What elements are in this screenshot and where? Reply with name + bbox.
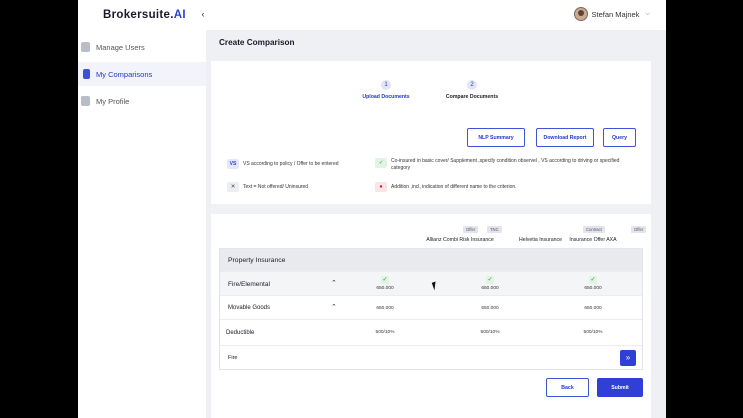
table-cell: 500/10% bbox=[375, 330, 395, 335]
row-label: Fire bbox=[228, 355, 238, 361]
chevron-up-icon[interactable]: ⌃ bbox=[331, 303, 337, 311]
legend-text: Co-insured in basic cover/ Supplement ,s… bbox=[391, 158, 620, 171]
download-report-button[interactable]: Download Report bbox=[536, 128, 594, 147]
sidebar-item-my-profile[interactable]: My Profile bbox=[78, 89, 206, 113]
row-label: Fire/Elemental bbox=[228, 281, 270, 288]
tnc-badge: TNC bbox=[487, 226, 502, 233]
brand-logo[interactable]: Brokersuite.AI bbox=[103, 9, 186, 21]
table-cell: 500/10% bbox=[480, 330, 500, 335]
contract-badge: Contract bbox=[583, 226, 605, 233]
document-icon bbox=[83, 69, 90, 79]
step-label: Upload Documents bbox=[362, 94, 410, 100]
table-cell: ✓ 650.000 bbox=[573, 276, 613, 291]
app-window: Brokersuite.AI Manage Users My Compariso… bbox=[78, 0, 666, 418]
cross-icon: ✕ bbox=[227, 182, 239, 192]
avatar bbox=[574, 7, 589, 21]
comparison-table: Property Insurance Fire/Elemental ⌃ ✓ 650… bbox=[219, 248, 643, 370]
double-chevron-right-icon[interactable]: » bbox=[620, 350, 636, 366]
step-number: 2 bbox=[467, 80, 477, 90]
user-name: Stefan Majnek bbox=[591, 9, 640, 19]
step-compare-documents[interactable]: 2 Compare Documents bbox=[444, 80, 500, 100]
chevron-down-icon: ⌵ bbox=[645, 10, 650, 17]
top-bar: Stefan Majnek ⌵ bbox=[206, 0, 666, 30]
row-label: Movable Goods bbox=[228, 305, 271, 311]
table-cell: ✓ 650.000 bbox=[470, 276, 510, 291]
check-icon: ✓ bbox=[589, 276, 597, 284]
legend-item: VS VS according to policy / Offer to be … bbox=[227, 159, 377, 169]
page-title: Create Comparison bbox=[219, 38, 295, 47]
nlp-summary-button[interactable]: NLP Summary bbox=[467, 128, 525, 147]
cell-value: 650.000 bbox=[584, 286, 602, 291]
table-row[interactable]: Movable Goods ⌃ 650.000 650.000 650.000 bbox=[220, 296, 642, 320]
legend-text: Text = Not offered/ Uninsured bbox=[243, 184, 309, 190]
sidebar: Brokersuite.AI Manage Users My Compariso… bbox=[78, 0, 206, 418]
table-cell: 650.000 bbox=[481, 306, 499, 311]
query-button[interactable]: Query bbox=[603, 128, 636, 147]
section-title: Property Insurance bbox=[228, 257, 286, 264]
legend-text: VS according to policy / Offer to be ent… bbox=[243, 161, 339, 167]
user-menu[interactable]: Stefan Majnek ⌵ bbox=[574, 7, 650, 21]
divider bbox=[211, 204, 651, 214]
sidebar-item-label: My Profile bbox=[96, 96, 130, 106]
legend-item: ✕ Text = Not offered/ Uninsured bbox=[227, 182, 377, 192]
brand-suffix: AI bbox=[173, 9, 186, 21]
dot-icon: ● bbox=[375, 182, 387, 192]
cell-value: 650.000 bbox=[376, 286, 394, 291]
offer-badge: Offer bbox=[463, 226, 479, 233]
vs-icon: VS bbox=[227, 159, 239, 169]
sidebar-item-my-comparisons[interactable]: My Comparisons bbox=[78, 62, 206, 86]
legend-item: ● Addition ,incl, indication of differen… bbox=[375, 182, 637, 192]
profile-icon bbox=[81, 96, 90, 106]
submit-button[interactable]: Submit bbox=[597, 378, 643, 397]
legend-text: Addition ,incl, indication of different … bbox=[391, 184, 517, 190]
table-cell: 500/10% bbox=[583, 330, 603, 335]
table-cell: ✓ 650.000 bbox=[365, 276, 405, 291]
sidebar-item-label: Manage Users bbox=[96, 42, 145, 52]
step-number: 1 bbox=[381, 80, 391, 90]
step-label: Compare Documents bbox=[445, 94, 499, 100]
table-cell: 650.000 bbox=[376, 306, 394, 311]
cell-value: 650.000 bbox=[481, 286, 499, 291]
sidebar-item-label: My Comparisons bbox=[96, 69, 153, 79]
check-icon: ✓ bbox=[486, 276, 494, 284]
table-cell: 650.000 bbox=[584, 306, 602, 311]
row-label: Deductible bbox=[226, 330, 255, 336]
section-header[interactable]: Property Insurance bbox=[220, 249, 642, 272]
offer-badge: Offer bbox=[631, 226, 647, 233]
legend-item: ✓ Co-insured in basic cover/ Supplement … bbox=[375, 158, 637, 172]
table-row[interactable]: Deductible 500/10% 500/10% 500/10% bbox=[220, 320, 642, 346]
check-icon: ✓ bbox=[381, 276, 389, 284]
table-row[interactable]: Fire/Elemental ⌃ ✓ 650.000 ✓ 650.000 ✓ 650.… bbox=[220, 272, 642, 296]
column-name: Insurance Offer AXA bbox=[569, 237, 617, 243]
sidebar-item-manage-users[interactable]: Manage Users bbox=[78, 35, 206, 59]
users-icon bbox=[81, 42, 90, 52]
table-footer-row: Fire » bbox=[220, 346, 642, 370]
check-icon: ✓ bbox=[375, 158, 387, 168]
chevron-up-icon[interactable]: ⌃ bbox=[331, 279, 337, 287]
brand-name: Brokersuite. bbox=[103, 9, 174, 21]
step-upload-documents[interactable]: 1 Upload Documents bbox=[359, 80, 413, 100]
back-button[interactable]: Back bbox=[546, 378, 589, 397]
